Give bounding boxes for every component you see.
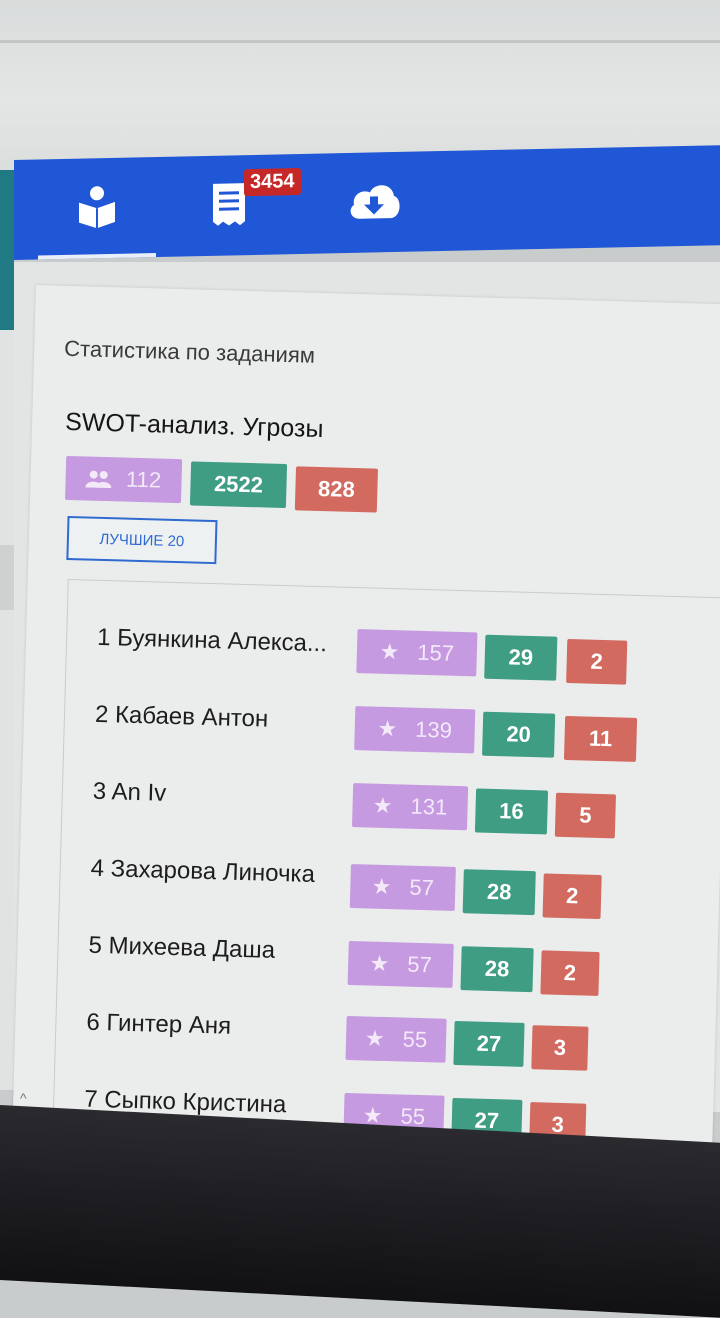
- taskbar: [0, 1105, 720, 1318]
- best-20-button[interactable]: ЛУЧШИЕ 20: [66, 515, 218, 565]
- red-count: 2: [566, 638, 628, 685]
- green-count: 28: [462, 869, 536, 916]
- green-count: 29: [484, 634, 558, 681]
- score-value: 139: [414, 716, 453, 743]
- score-pill: ★ 57: [347, 940, 454, 988]
- score-pill: ★ 157: [356, 629, 478, 677]
- red-count: 11: [563, 715, 638, 762]
- browser-toolbar-edge: [0, 40, 720, 43]
- score-value: 55: [402, 1026, 428, 1053]
- green-count: 27: [453, 1020, 525, 1067]
- score-value: 157: [417, 639, 455, 666]
- score-pill: ★ 55: [345, 1015, 447, 1063]
- score-value: 57: [409, 874, 435, 901]
- red-count: 3: [531, 1025, 589, 1071]
- list-item: 6 Гинтер Аня ★ 55 27 3: [55, 1000, 720, 1079]
- star-icon: ★: [377, 715, 398, 742]
- leader-name: 6 Гинтер Аня: [86, 1008, 232, 1040]
- list-item: 5 Михеева Даша ★ 57 28 2: [58, 923, 720, 1002]
- reader-icon: [77, 184, 117, 229]
- green-count: 16: [474, 788, 549, 835]
- chevron-up-icon: ^: [20, 1090, 27, 1106]
- tab-tasks[interactable]: 3454: [164, 154, 301, 253]
- tasks-count-badge: 3454: [244, 167, 301, 197]
- score-value: 57: [406, 951, 433, 978]
- red-count: 5: [554, 792, 617, 839]
- leader-name: 1 Буянкина Алекса...: [96, 623, 328, 658]
- list-item: 4 Захарова Линочка ★ 57 28 2: [60, 846, 720, 925]
- tab-download[interactable]: [309, 151, 439, 250]
- leader-name: 2 Кабаев Антон: [94, 700, 269, 733]
- star-icon: ★: [372, 792, 393, 819]
- leader-name: 3 An Iv: [92, 777, 167, 807]
- score-pill: ★ 57: [349, 864, 456, 911]
- score-pill: ★ 139: [354, 706, 476, 754]
- star-icon: ★: [364, 1025, 386, 1052]
- red-stat: 828: [294, 466, 379, 513]
- green-count: 20: [482, 711, 556, 758]
- list-item: 2 Кабаев Антон ★ 139 20 11: [64, 692, 720, 771]
- list-item: 3 An Iv ★ 131 16 5: [62, 769, 720, 848]
- leader-name: 5 Михеева Даша: [88, 931, 276, 964]
- score-pill: ★ 131: [351, 783, 469, 831]
- score-value: 131: [410, 793, 448, 820]
- star-icon: ★: [369, 950, 390, 977]
- card-title: Статистика по заданиям: [63, 335, 316, 368]
- participants-stat: 112: [65, 455, 183, 504]
- stats-card: Статистика по заданиям SWOT-анализ. Угро…: [12, 285, 720, 1169]
- star-icon: ★: [371, 873, 392, 900]
- tab-reader[interactable]: [32, 157, 162, 256]
- people-icon: [85, 469, 112, 489]
- leaderboard-list: 1 Буянкина Алекса... ★ 157 29 2 2 Кабаев…: [51, 579, 720, 1169]
- green-stat: 2522: [189, 461, 288, 509]
- left-accent-strip: [0, 170, 14, 330]
- task-title: SWOT-анализ. Угрозы: [64, 407, 324, 444]
- green-count: 28: [460, 946, 534, 993]
- monitor-bezel-top: [0, 0, 720, 170]
- cloud-download-icon: [346, 180, 402, 221]
- top-nav-bar: 3454: [14, 145, 720, 260]
- leader-name: 4 Захарова Линочка: [90, 854, 316, 889]
- red-count: 2: [540, 950, 600, 996]
- participants-value: 112: [125, 466, 162, 493]
- star-icon: ★: [379, 638, 400, 665]
- list-item: 1 Буянкина Алекса... ★ 157 29 2: [66, 615, 720, 694]
- red-count: 2: [542, 873, 602, 920]
- receipt-icon: [211, 181, 247, 226]
